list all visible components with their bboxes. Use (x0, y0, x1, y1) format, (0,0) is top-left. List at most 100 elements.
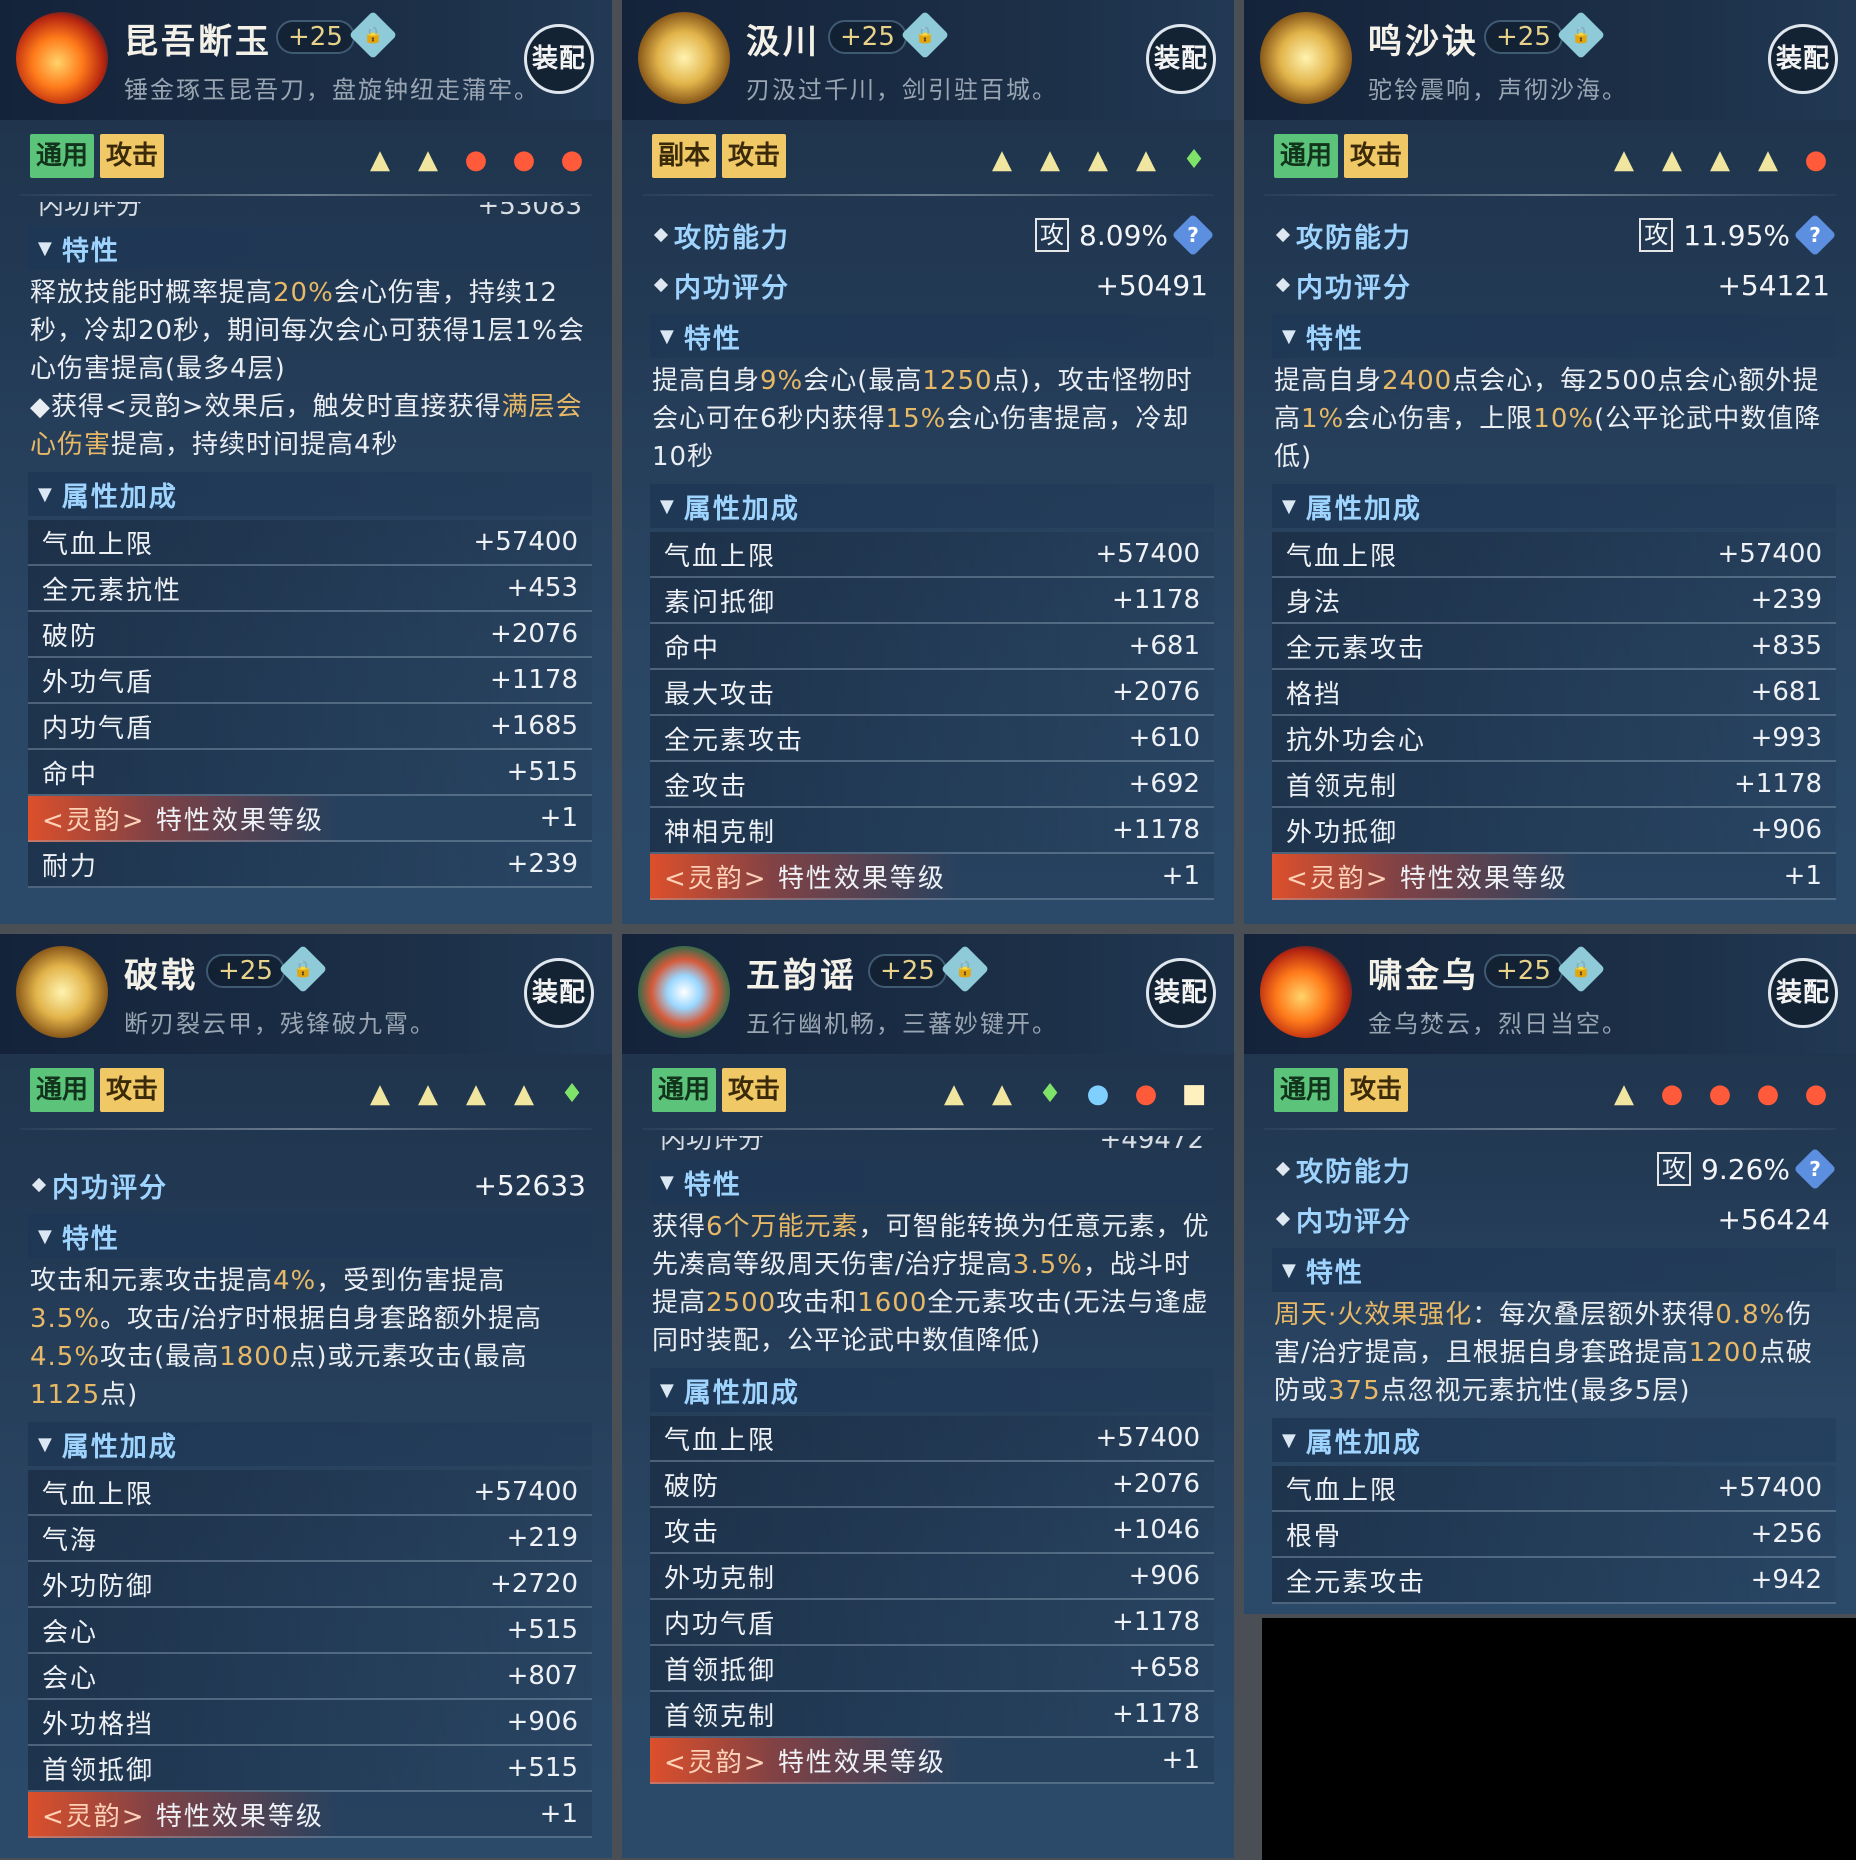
bullet-icon (1275, 227, 1291, 243)
enhance-level-badge: +25 (206, 954, 285, 988)
equip-button[interactable]: 装配 (1146, 24, 1216, 94)
tag-attack: 攻击 (722, 1068, 787, 1112)
enhance-level-badge: +25 (1484, 20, 1563, 54)
help-icon[interactable]: ? (1793, 1147, 1837, 1191)
attribute-section-header[interactable]: ▼ 属性加成 (1272, 484, 1836, 528)
attribute-row: 内功气盾 +1178 (650, 1600, 1214, 1646)
attribute-row: 外功克制 +906 (650, 1554, 1214, 1600)
bullet-icon (1275, 277, 1291, 293)
tag-row: 通用 攻击 (30, 134, 165, 178)
attribute-section-header[interactable]: ▼ 属性加成 (650, 1368, 1214, 1412)
tag-attack: 攻击 (100, 134, 165, 178)
lock-icon[interactable]: 🔒 (940, 944, 990, 994)
attribute-row: 外功格挡 +906 (28, 1700, 592, 1746)
element-slots: ▲ ▲ ♦ ● ● ■ (938, 1074, 1210, 1114)
card-header: 鸣沙诀 +25 🔒 驼铃震响，声彻沙海。 装配 (1244, 0, 1856, 120)
help-icon[interactable]: ? (1171, 213, 1215, 257)
weapon-blade-icon (638, 12, 730, 104)
attribute-row: 气血上限 +57400 (650, 1416, 1214, 1462)
lingyun-attribute-row: <灵韵> 特性效果等级 +1 (650, 854, 1214, 900)
tag-attack: 攻击 (100, 1068, 165, 1112)
attribute-row: 全元素抗性 +453 (28, 566, 592, 612)
equipment-card-kunwu: 昆吾断玉 +25 🔒 锤金琢玉昆吾刀，盘旋钟纽走蒲牢。 装配 通用 攻击 ▲ ▲… (0, 0, 612, 924)
equip-button[interactable]: 装配 (1768, 958, 1838, 1028)
trait-section-header[interactable]: ▼ 特性 (1272, 314, 1836, 358)
lingyun-attribute-row: <灵韵> 特性效果等级 +1 (1272, 854, 1836, 900)
attack-badge: 攻 (1657, 1152, 1692, 1186)
equipment-card-wuyun: 五韵谣 +25 🔒 五行幽机畅，三蕃妙键开。 装配 通用 攻击 ▲ ▲ ♦ ● … (622, 934, 1234, 1858)
water-drop-slot-icon: ● (1086, 1079, 1110, 1109)
equip-button[interactable]: 装配 (524, 958, 594, 1028)
card-header: 汲川 +25 🔒 刃汲过千川，剑引驻百城。 装配 (622, 0, 1234, 120)
triangle-slot-icon: ▲ (370, 1079, 390, 1109)
fire-slot-icon: ● (1804, 145, 1828, 175)
triangle-slot-icon: ▲ (1758, 145, 1778, 175)
help-icon[interactable]: ? (1793, 213, 1837, 257)
card-body[interactable]: 内功评分 +53083 ▼ 特性 释放技能时概率提高20%会心伤害，持续12秒，冷却… (28, 202, 592, 888)
score-row: 内功评分 +54121 (1272, 260, 1836, 310)
trait-section-header[interactable]: ▼ 特性 (1272, 1248, 1836, 1292)
attribute-section-header[interactable]: ▼ 属性加成 (28, 472, 592, 516)
attribute-row: 会心 +515 (28, 1608, 592, 1654)
lock-icon[interactable]: 🔒 (1556, 944, 1606, 994)
trait-section-header[interactable]: ▼ 特性 (650, 1160, 1214, 1204)
tag-general: 通用 (30, 134, 95, 178)
triangle-slot-icon: ▲ (1040, 145, 1060, 175)
chevron-down-icon: ▼ (660, 1379, 676, 1401)
triangle-slot-icon: ▲ (1710, 145, 1730, 175)
triangle-slot-icon: ▲ (1136, 145, 1156, 175)
attribute-row: 身法 +239 (1272, 578, 1836, 624)
equipment-card-poji: 破戟 +25 🔒 断刃裂云甲，残锋破九霄。 装配 通用 攻击 ▲ ▲ ▲ ▲ ♦… (0, 934, 612, 1858)
element-slots: ▲ ▲ ● ● ● (364, 140, 588, 180)
equip-button[interactable]: 装配 (524, 24, 594, 94)
divider (642, 194, 1214, 196)
enhance-level-badge: +25 (828, 20, 907, 54)
attribute-section-header[interactable]: ▼ 属性加成 (650, 484, 1214, 528)
card-header: 五韵谣 +25 🔒 五行幽机畅，三蕃妙键开。 装配 (622, 934, 1234, 1054)
weapon-blade-icon (16, 946, 108, 1038)
attribute-section-header[interactable]: ▼ 属性加成 (1272, 1418, 1836, 1462)
lock-icon[interactable]: 🔒 (1556, 10, 1606, 60)
tag-row: 通用 攻击 (30, 1068, 165, 1112)
gold-slot-icon: ■ (1181, 1079, 1207, 1109)
attribute-row: 外功气盾 +1178 (28, 658, 592, 704)
score-row: 内功评分 +50491 (650, 260, 1214, 310)
divider (1264, 194, 1836, 196)
bullet-icon (653, 227, 669, 243)
lock-icon[interactable]: 🔒 (278, 944, 328, 994)
lingyun-attribute-row: <灵韵> 特性效果等级 +1 (650, 1738, 1214, 1784)
attribute-row: 全元素攻击 +610 (650, 716, 1214, 762)
triangle-slot-icon: ▲ (992, 145, 1012, 175)
attribute-row: 外功抵御 +906 (1272, 808, 1836, 854)
attack-badge: 攻 (1035, 218, 1070, 252)
equip-button[interactable]: 装配 (1768, 24, 1838, 94)
trait-section-header[interactable]: ▼ 特性 (650, 314, 1214, 358)
attribute-row: 破防 +2076 (650, 1462, 1214, 1508)
equip-button[interactable]: 装配 (1146, 958, 1216, 1028)
clipped-score-row: 内功评分 +53083 (38, 202, 582, 221)
card-body[interactable]: 内功评分 +52633 ▼ 特性 攻击和元素攻击提高4%，受到伤害提高3.5%。攻击… (28, 1160, 592, 1838)
leaf-slot-icon: ♦ (1038, 1079, 1062, 1109)
leaf-slot-icon: ♦ (1182, 145, 1206, 175)
equipment-card-mingsha: 鸣沙诀 +25 🔒 驼铃震响，声彻沙海。 装配 通用 攻击 ▲ ▲ ▲ ▲ ● … (1244, 0, 1856, 924)
attribute-row: 命中 +681 (650, 624, 1214, 670)
item-name: 昆吾断玉 (124, 22, 272, 62)
attribute-row: 气血上限 +57400 (1272, 1466, 1836, 1512)
card-body[interactable]: 攻防能力攻 11.95%? 内功评分 +54121 ▼ 特性 提高自身2400点会心，… (1272, 210, 1837, 900)
trait-description: 周天·火效果强化：每次叠层额外获得0.8%伤害/治疗提高，且根据自身套路提高12… (1274, 1300, 1813, 1406)
divider (20, 194, 592, 196)
trait-section-header[interactable]: ▼ 特性 (28, 1214, 592, 1258)
lock-icon[interactable]: 🔒 (348, 10, 398, 60)
trait-section-header[interactable]: ▼ 特性 (28, 226, 592, 270)
lock-icon[interactable]: 🔒 (900, 10, 950, 60)
triangle-slot-icon: ▲ (466, 1079, 486, 1109)
equipment-card-xiaojinwu: 啸金乌 +25 🔒 金乌焚云，烈日当空。 装配 通用 攻击 ▲ ● ● ● ● … (1244, 934, 1856, 1614)
card-body[interactable]: 攻防能力攻 9.26%? 内功评分 +56424 ▼ 特性 周天·火效果强化：每次叠层… (1272, 1144, 1837, 1604)
attribute-section-header[interactable]: ▼ 属性加成 (28, 1422, 592, 1466)
triangle-slot-icon: ▲ (370, 145, 390, 175)
card-header: 昆吾断玉 +25 🔒 锤金琢玉昆吾刀，盘旋钟纽走蒲牢。 装配 (0, 0, 612, 120)
fire-slot-icon: ● (1134, 1079, 1158, 1109)
card-body[interactable]: 攻防能力攻 8.09%? 内功评分 +50491 ▼ 特性 提高自身9%会心(最高12… (650, 210, 1215, 900)
triangle-slot-icon: ▲ (1088, 145, 1108, 175)
card-body[interactable]: 内功评分 +49472 ▼ 特性 获得6个万能元素，可智能转换为任意元素，优先凑高等… (650, 1136, 1214, 1784)
